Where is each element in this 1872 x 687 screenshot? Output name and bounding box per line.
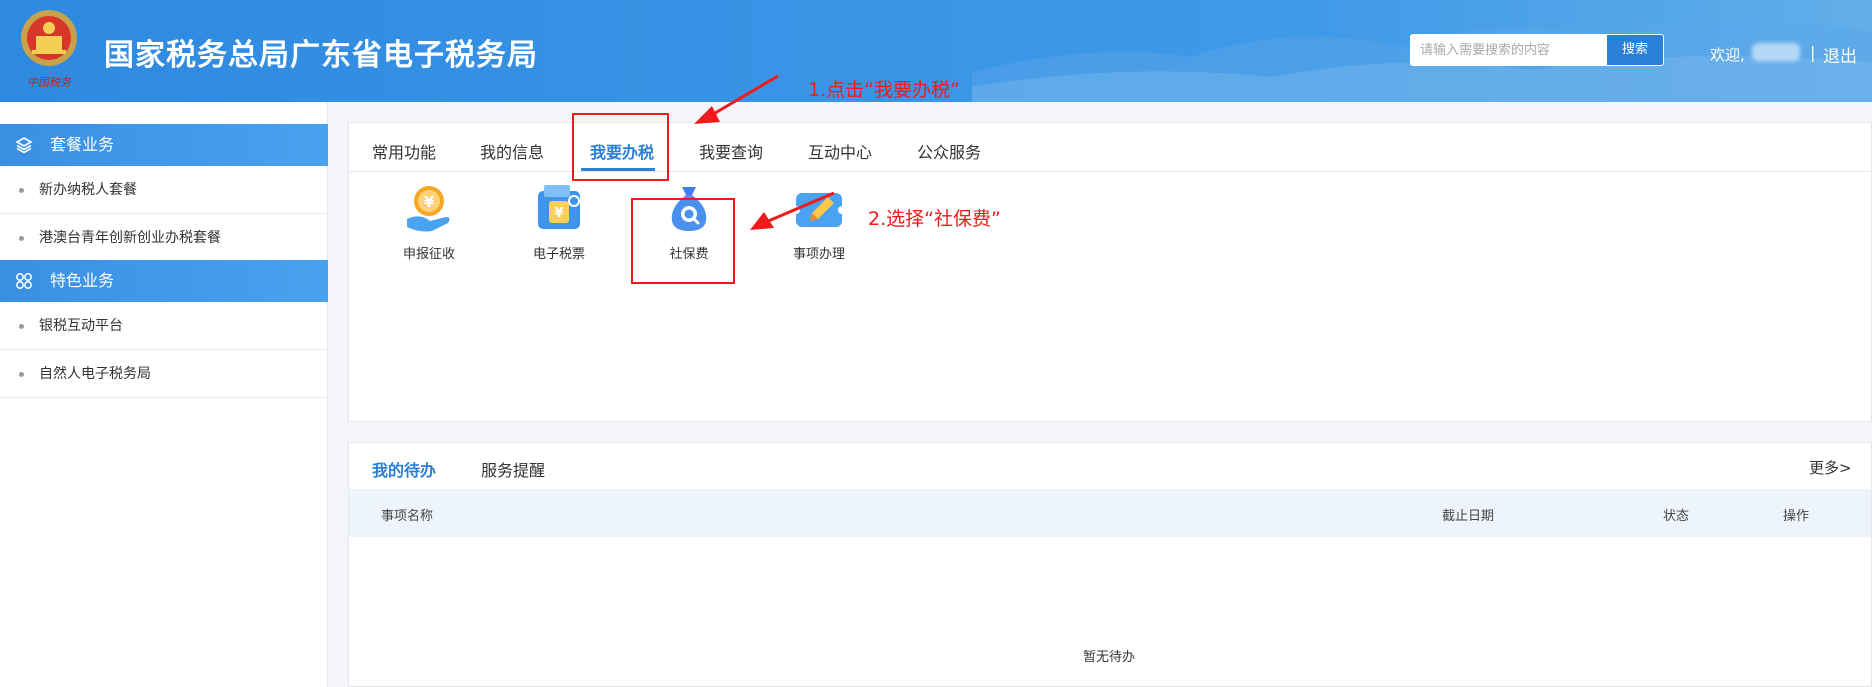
function-e-tax-ticket[interactable]: ¥ 电子税票 bbox=[517, 181, 601, 271]
tab-my-todo[interactable]: 我的待办 bbox=[372, 457, 436, 481]
column-header: 截止日期 bbox=[1442, 509, 1495, 524]
sidebar-item-hk-macau-taiwan[interactable]: 港澳台青年创新创业办税套餐 bbox=[0, 214, 328, 262]
bullet-dot bbox=[19, 324, 24, 329]
column-header: 操作 bbox=[1783, 509, 1810, 524]
tab-common-functions[interactable]: 常用功能 bbox=[372, 139, 436, 163]
tab-my-info[interactable]: 我的信息 bbox=[480, 139, 544, 163]
username-redacted bbox=[1752, 43, 1800, 61]
annotation-box-social-security bbox=[631, 198, 735, 284]
more-link[interactable]: 更多> bbox=[1809, 457, 1852, 478]
svg-text:¥: ¥ bbox=[424, 193, 435, 211]
sidebar-section-label: 套餐业务 bbox=[50, 135, 115, 154]
search-input[interactable] bbox=[1410, 34, 1606, 66]
annotation-step1-text: 1.点击“我要办税” bbox=[808, 79, 960, 101]
empty-state-text: 暂无待办 bbox=[1083, 650, 1136, 665]
sidebar-section-featured[interactable]: 特色业务 bbox=[0, 260, 328, 302]
function-label: 电子税票 bbox=[532, 247, 585, 262]
emblem-caption: 中国税务 bbox=[27, 76, 72, 89]
todo-table-header: 事项名称 截止日期 状态 操作 bbox=[349, 489, 1871, 537]
column-header: 事项名称 bbox=[381, 509, 434, 524]
sidebar-item-label: 自然人电子税务局 bbox=[39, 366, 151, 382]
sidebar-section-label: 特色业务 bbox=[50, 271, 115, 290]
sidebar-item-bank-tax[interactable]: 银税互动平台 bbox=[0, 302, 328, 350]
function-declare-collect[interactable]: ¥ 申报征收 bbox=[387, 181, 471, 271]
tab-service-reminder[interactable]: 服务提醒 bbox=[481, 457, 545, 481]
todo-panel: 我的待办 服务提醒 更多> 事项名称 截止日期 状态 操作 暂无待办 bbox=[348, 442, 1872, 687]
tab-query[interactable]: 我要查询 bbox=[699, 139, 763, 163]
sidebar: 套餐业务 新办纳税人套餐 港澳台青年创新创业办税套餐 特色业务 银税互动平台 自… bbox=[0, 102, 328, 687]
tax-ticket-icon: ¥ bbox=[538, 185, 580, 229]
tax-emblem-logo: 中国税务 bbox=[21, 10, 77, 89]
annotation-box-tab bbox=[572, 113, 669, 181]
annotation-step2-text: 2.选择“社保费” bbox=[868, 208, 1001, 230]
welcome-text: 欢迎, bbox=[1710, 46, 1745, 64]
function-label: 事项办理 bbox=[792, 247, 845, 262]
grid-icon bbox=[16, 273, 32, 289]
bullet-dot bbox=[19, 188, 24, 193]
pencil-ticket-icon bbox=[792, 193, 846, 227]
logout-link[interactable]: 退出 bbox=[1823, 42, 1857, 67]
function-matter-handling[interactable]: 事项办理 bbox=[777, 181, 861, 271]
yuan-coin-hand-icon: ¥ bbox=[407, 186, 450, 232]
header-separator: | bbox=[1810, 43, 1816, 62]
sidebar-item-label: 新办纳税人套餐 bbox=[39, 182, 137, 198]
sidebar-section-packages[interactable]: 套餐业务 bbox=[0, 124, 328, 166]
function-label: 申报征收 bbox=[402, 247, 455, 262]
sidebar-item-label: 银税互动平台 bbox=[39, 318, 123, 334]
site-title: 国家税务总局广东省电子税务局 bbox=[104, 38, 538, 73]
layers-icon bbox=[15, 137, 33, 154]
bullet-dot bbox=[19, 372, 24, 377]
sidebar-item-label: 港澳台青年创新创业办税套餐 bbox=[39, 230, 221, 246]
search-button[interactable]: 搜索 bbox=[1606, 34, 1664, 66]
sidebar-item-new-taxpayer[interactable]: 新办纳税人套餐 bbox=[0, 166, 328, 214]
svg-text:¥: ¥ bbox=[554, 206, 563, 221]
column-header: 状态 bbox=[1663, 509, 1690, 524]
tab-public-service[interactable]: 公众服务 bbox=[917, 139, 981, 163]
sidebar-item-natural-person[interactable]: 自然人电子税务局 bbox=[0, 350, 328, 398]
tab-interaction-center[interactable]: 互动中心 bbox=[808, 139, 872, 163]
bullet-dot bbox=[19, 236, 24, 241]
